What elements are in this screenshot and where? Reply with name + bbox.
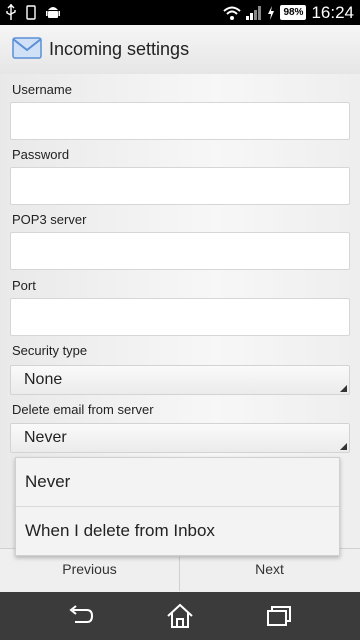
battery-indicator: 98%: [280, 5, 307, 20]
security-type-spinner[interactable]: None: [10, 365, 350, 395]
status-bar: 98% 16:24: [0, 0, 360, 25]
back-icon[interactable]: [65, 602, 95, 630]
status-left-icons: [6, 4, 60, 20]
page-title: Incoming settings: [49, 39, 190, 59]
spinner-triangle-icon: [340, 385, 347, 392]
delete-email-label: Delete email from server: [12, 402, 154, 417]
dropdown-option-label: Never: [25, 472, 71, 491]
email-envelope-icon: [12, 37, 42, 59]
sd-card-icon: [26, 4, 36, 20]
delete-email-dropdown: Never When I delete from Inbox: [15, 457, 340, 556]
usb-icon: [6, 4, 16, 20]
username-label: Username: [12, 82, 72, 97]
dropdown-option-when-deleted[interactable]: When I delete from Inbox: [16, 507, 339, 555]
dropdown-option-never[interactable]: Never: [16, 458, 339, 506]
pop3-server-label: POP3 server: [12, 212, 87, 227]
action-bar: Incoming settings: [0, 25, 360, 75]
password-input[interactable]: [10, 167, 350, 205]
delete-email-spinner[interactable]: Never: [10, 423, 350, 453]
username-input[interactable]: [10, 102, 350, 140]
password-label: Password: [12, 147, 70, 162]
status-right-icons: 98% 16:24: [223, 3, 354, 22]
spinner-triangle-icon: [340, 443, 347, 450]
status-time: 16:24: [311, 3, 354, 22]
recent-apps-icon[interactable]: [264, 602, 294, 630]
security-type-label: Security type: [12, 343, 88, 358]
delete-email-value: Never: [24, 429, 67, 446]
home-icon[interactable]: [165, 602, 195, 630]
wifi-icon: [223, 6, 242, 20]
security-type-value: None: [24, 371, 63, 388]
pop3-server-input[interactable]: [10, 232, 350, 270]
dropdown-option-label: When I delete from Inbox: [25, 521, 215, 540]
navigation-bar: [0, 592, 360, 640]
charging-icon: [268, 5, 275, 20]
port-input[interactable]: [10, 298, 350, 336]
signal-icon: [246, 5, 262, 20]
android-icon: [46, 7, 60, 18]
port-label: Port: [12, 278, 36, 293]
